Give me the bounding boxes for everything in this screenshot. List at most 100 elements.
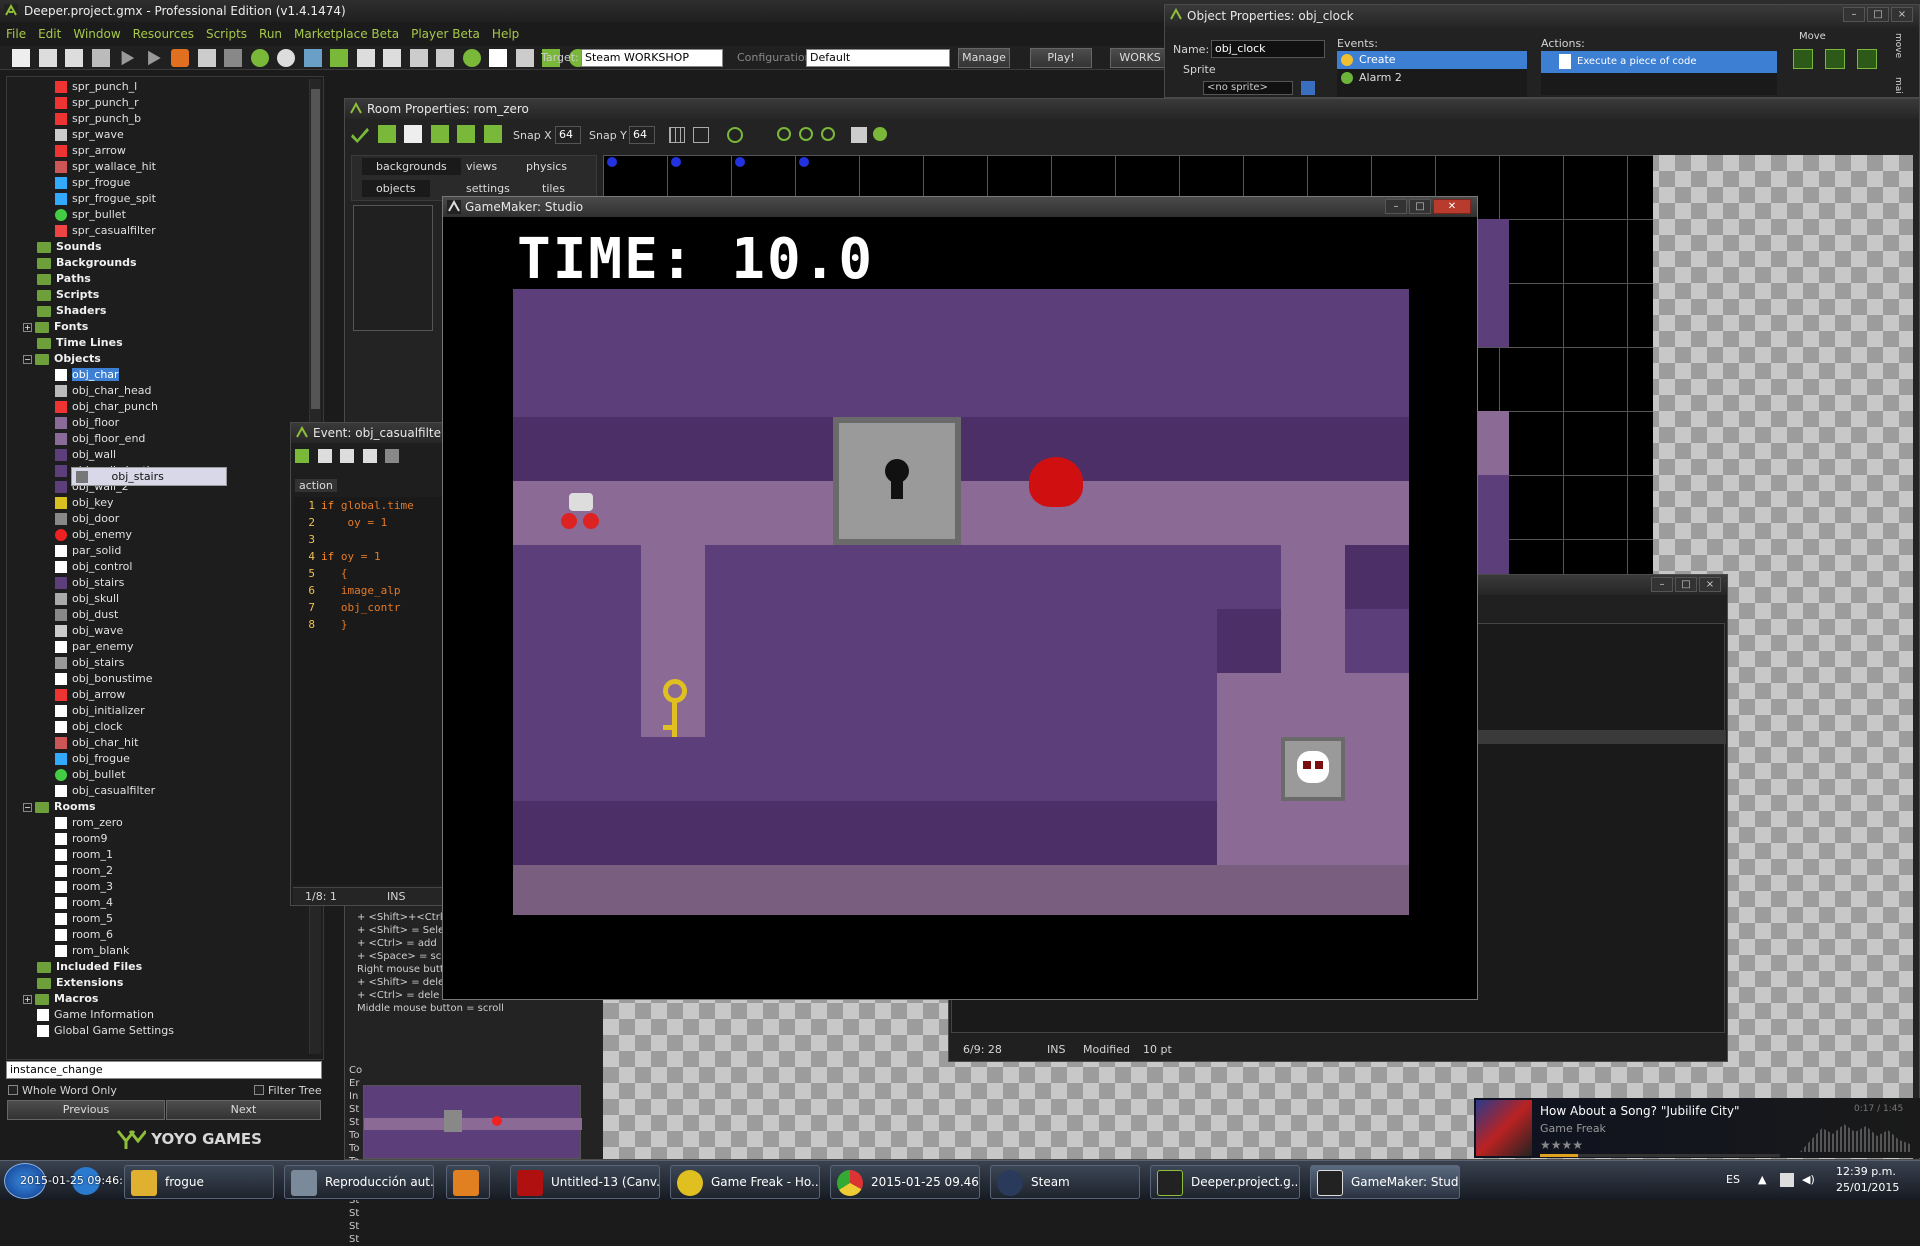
language-indicator[interactable]: ES <box>1726 1173 1740 1186</box>
tree-folder-rooms[interactable]: − Rooms <box>15 799 323 815</box>
tree-item[interactable]: spr_casualfilter <box>15 223 323 239</box>
taskbar-item-flash[interactable]: Untitled-13 (Canv... <box>510 1165 660 1199</box>
menu-file[interactable]: File <box>0 24 32 44</box>
tab-views[interactable]: views <box>452 158 511 175</box>
tree-item[interactable]: room_2 <box>15 863 323 879</box>
tree-item[interactable]: obj_door <box>15 511 323 527</box>
ok-check-icon[interactable] <box>295 449 309 463</box>
next-button[interactable]: Next <box>166 1100 321 1120</box>
tree-item[interactable]: obj_frogue <box>15 751 323 767</box>
tree-item[interactable]: room_3 <box>15 879 323 895</box>
room-instance-marker[interactable] <box>607 157 617 167</box>
tree-item[interactable]: obj_enemy <box>15 527 323 543</box>
tree-item[interactable]: obj_wave <box>15 623 323 639</box>
music-notification[interactable]: How About a Song? "Jubilife City" Game F… <box>1474 1098 1920 1158</box>
new-room-icon[interactable] <box>404 125 422 143</box>
tree-item[interactable]: obj_floor <box>15 415 323 431</box>
sprite-edit-icon[interactable] <box>1301 81 1315 95</box>
object-picker[interactable] <box>353 205 433 331</box>
tree-folder-fonts[interactable]: + Fonts <box>15 319 323 335</box>
filter-tree-checkbox[interactable] <box>254 1085 264 1095</box>
tree-item[interactable]: obj_clock <box>15 719 323 735</box>
room-icon[interactable] <box>489 49 507 67</box>
minimize-button[interactable]: – <box>1385 199 1407 214</box>
menu-resources[interactable]: Resources <box>127 24 200 44</box>
tree-global-settings[interactable]: Global Game Settings <box>15 1023 323 1039</box>
snap-x-input[interactable]: 64 <box>555 126 581 144</box>
grid-toggle-icon[interactable] <box>669 127 685 143</box>
sprite-icon[interactable] <box>250 49 269 67</box>
tree-item[interactable]: obj_key <box>15 495 323 511</box>
tree-folder-sounds[interactable]: Sounds <box>15 239 323 255</box>
tree-item[interactable]: spr_bullet <box>15 207 323 223</box>
collapse-icon[interactable]: − <box>23 802 32 812</box>
whole-word-checkbox[interactable] <box>8 1085 18 1095</box>
snap-y-input[interactable]: 64 <box>629 126 655 144</box>
room-instance-marker[interactable] <box>735 157 745 167</box>
tree-item[interactable]: spr_punch_b <box>15 111 323 127</box>
tree-folder-extensions[interactable]: Extensions <box>15 975 323 991</box>
network-icon[interactable] <box>1780 1173 1794 1187</box>
minimize-button[interactable]: – <box>1651 577 1673 592</box>
isometric-toggle-icon[interactable] <box>693 127 709 143</box>
timeline-icon[interactable] <box>436 49 454 67</box>
taskbar-item-media[interactable] <box>446 1165 490 1199</box>
tree-item[interactable]: obj_control <box>15 559 323 575</box>
target-select[interactable]: Steam WORKSHOP <box>581 49 723 67</box>
unlock-icon[interactable] <box>483 125 502 143</box>
room-instance-marker[interactable] <box>799 157 809 167</box>
close-button[interactable]: × <box>1891 7 1913 22</box>
tree-item[interactable]: spr_punch_r <box>15 95 323 111</box>
move-free-icon[interactable] <box>1825 49 1845 69</box>
tree-item[interactable]: obj_stairs <box>15 575 323 591</box>
menu-player[interactable]: Player Beta <box>405 24 486 44</box>
tree-item[interactable]: obj_char_hit <box>15 735 323 751</box>
script-icon[interactable] <box>356 49 375 67</box>
tree-item[interactable]: room_1 <box>15 847 323 863</box>
tree-item[interactable]: room_4 <box>15 895 323 911</box>
tree-item[interactable]: room9 <box>15 831 323 847</box>
move-tab-label[interactable]: Move <box>1799 31 1826 42</box>
move-towards-icon[interactable] <box>1857 49 1877 69</box>
tree-item[interactable]: par_solid <box>15 543 323 559</box>
lock-icon[interactable] <box>457 125 475 143</box>
manage-button[interactable]: Manage <box>958 48 1010 68</box>
tree-item[interactable]: obj_bonustime <box>15 671 323 687</box>
tree-item[interactable]: spr_wallace_hit <box>15 159 323 175</box>
clock-time[interactable]: 12:39 p.m. <box>1836 1165 1896 1178</box>
volume-icon[interactable]: ◀) <box>1802 1173 1815 1186</box>
tree-item[interactable]: obj_arrow <box>15 687 323 703</box>
tree-item[interactable]: obj_skull <box>15 591 323 607</box>
menu-scripts[interactable]: Scripts <box>200 24 253 44</box>
event-create[interactable]: Create <box>1337 51 1527 69</box>
save-icon[interactable] <box>65 49 83 67</box>
sound-icon[interactable] <box>277 49 295 67</box>
close-button[interactable]: ✕ <box>1433 199 1471 214</box>
taskbar-item-chrome[interactable]: 2015-01-25 09.46.... <box>830 1165 980 1199</box>
tree-item[interactable]: obj_casualfilter <box>15 783 323 799</box>
workshop-button[interactable]: WORKS <box>1110 48 1170 68</box>
tree-item[interactable]: rom_zero <box>15 815 323 831</box>
expand-icon[interactable]: + <box>23 994 32 1004</box>
taskbar-item-gamefreak[interactable]: Game Freak - Ho... <box>670 1165 820 1199</box>
sprite-select[interactable]: <no sprite> <box>1203 81 1293 95</box>
tree-item[interactable]: spr_frogue_spit <box>15 191 323 207</box>
side-tab-move[interactable]: move <box>1893 33 1903 58</box>
menu-help[interactable]: Help <box>486 24 525 44</box>
undo-icon[interactable] <box>377 125 396 143</box>
room-minimap[interactable] <box>363 1085 582 1159</box>
tree-item[interactable]: obj_floor_end <box>15 431 323 447</box>
tree-folder-objects[interactable]: − Objects <box>15 351 323 367</box>
previous-button[interactable]: Previous <box>7 1100 165 1120</box>
configuration-select[interactable]: Default <box>806 49 950 67</box>
zoom-in-icon[interactable] <box>821 127 835 141</box>
tree-item[interactable]: room_6 <box>15 927 323 943</box>
undo-icon[interactable] <box>385 449 399 463</box>
package-icon[interactable] <box>224 49 242 67</box>
tab-tiles[interactable]: tiles <box>528 180 579 197</box>
tree-item[interactable]: obj_char_head <box>15 383 323 399</box>
tray-arrow-icon[interactable]: ▲ <box>1758 1173 1766 1186</box>
list-view-icon[interactable] <box>851 127 867 143</box>
maximize-button[interactable]: □ <box>1867 7 1889 22</box>
tab-settings[interactable]: settings <box>452 180 524 197</box>
